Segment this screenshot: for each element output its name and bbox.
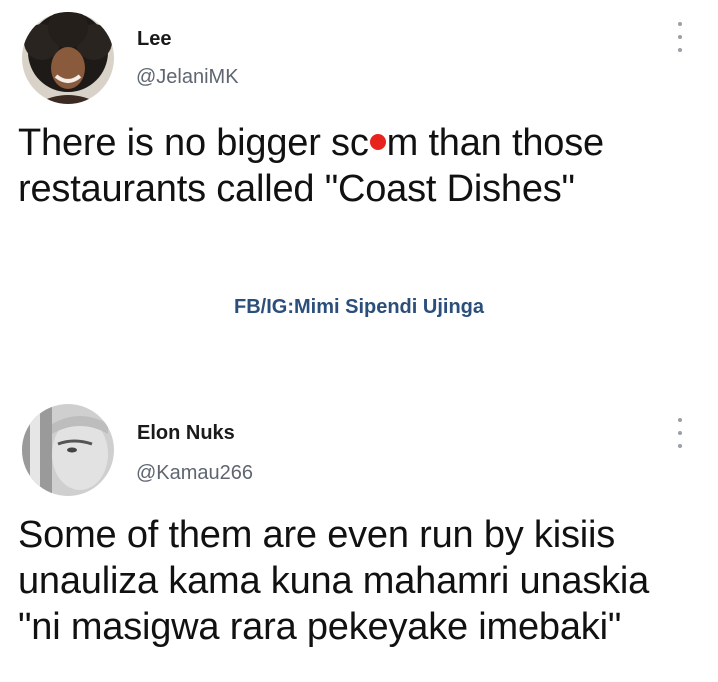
tweet-text: There is no bigger sc m than those restau… [18,120,708,212]
tweet-card: Elon Nuks @Kamau266 Some of them are eve… [0,392,718,682]
display-name[interactable]: Lee [137,28,171,51]
user-handle[interactable]: @Kamau266 [136,462,253,485]
tweet-text-part: There is no bigger sc [18,122,369,164]
user-handle[interactable]: @JelaniMK [136,66,239,89]
tweet-card: Lee @JelaniMK There is no bigger sc m tha… [0,0,718,260]
avatar[interactable] [22,12,114,104]
display-name[interactable]: Elon Nuks [137,422,235,445]
more-options-icon[interactable] [672,418,688,448]
watermark-text: FB/IG:Mimi Sipendi Ujinga [234,296,484,318]
avatar[interactable] [22,404,114,496]
red-dot-icon [369,133,386,150]
tweet-text: Some of them are even run by kisiis unau… [18,514,650,648]
more-options-icon[interactable] [672,22,688,52]
